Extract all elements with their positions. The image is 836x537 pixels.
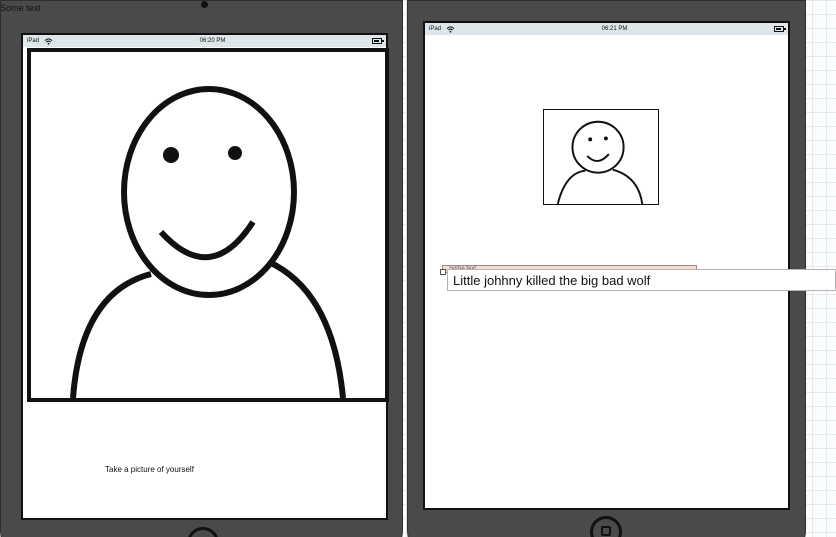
status-time: 06:20 PM (199, 38, 226, 44)
person-sketch-image (556, 120, 644, 204)
caption-text: Take a picture of yourself (105, 465, 194, 474)
home-button[interactable] (590, 516, 622, 537)
story-text-field[interactable]: Little johhny killed the big bad wolf (447, 269, 836, 291)
canvas-label: Some text (0, 3, 41, 13)
profile-photo-thumbnail[interactable] (543, 109, 659, 205)
ipad-screen-left: iPad 06:20 PM Take a picture of yourself (21, 33, 389, 520)
carrier-label: iPad (429, 26, 442, 32)
wifi-icon (446, 25, 455, 33)
home-button[interactable] (187, 527, 219, 537)
story-text-value: Little johhny killed the big bad wolf (453, 273, 651, 288)
resize-handle[interactable] (440, 269, 446, 275)
ipad-device-left: iPad 06:20 PM Take a picture of yourself (0, 0, 403, 537)
ipad-screen-right: iPad 06:21 PM (423, 21, 790, 510)
person-sketch-image (70, 86, 346, 398)
profile-photo[interactable] (27, 48, 389, 402)
status-bar: iPad 06:20 PM (23, 35, 386, 47)
status-bar: iPad 06:21 PM (425, 23, 788, 35)
camera-dot (201, 1, 208, 8)
status-time: 06:21 PM (601, 26, 628, 32)
home-square-icon (601, 526, 611, 536)
wifi-icon (44, 37, 53, 45)
carrier-label: iPad (27, 38, 40, 44)
battery-icon (371, 38, 384, 44)
battery-icon (773, 26, 786, 32)
mockup-canvas: iPad 06:20 PM Take a picture of yourself… (0, 0, 836, 537)
